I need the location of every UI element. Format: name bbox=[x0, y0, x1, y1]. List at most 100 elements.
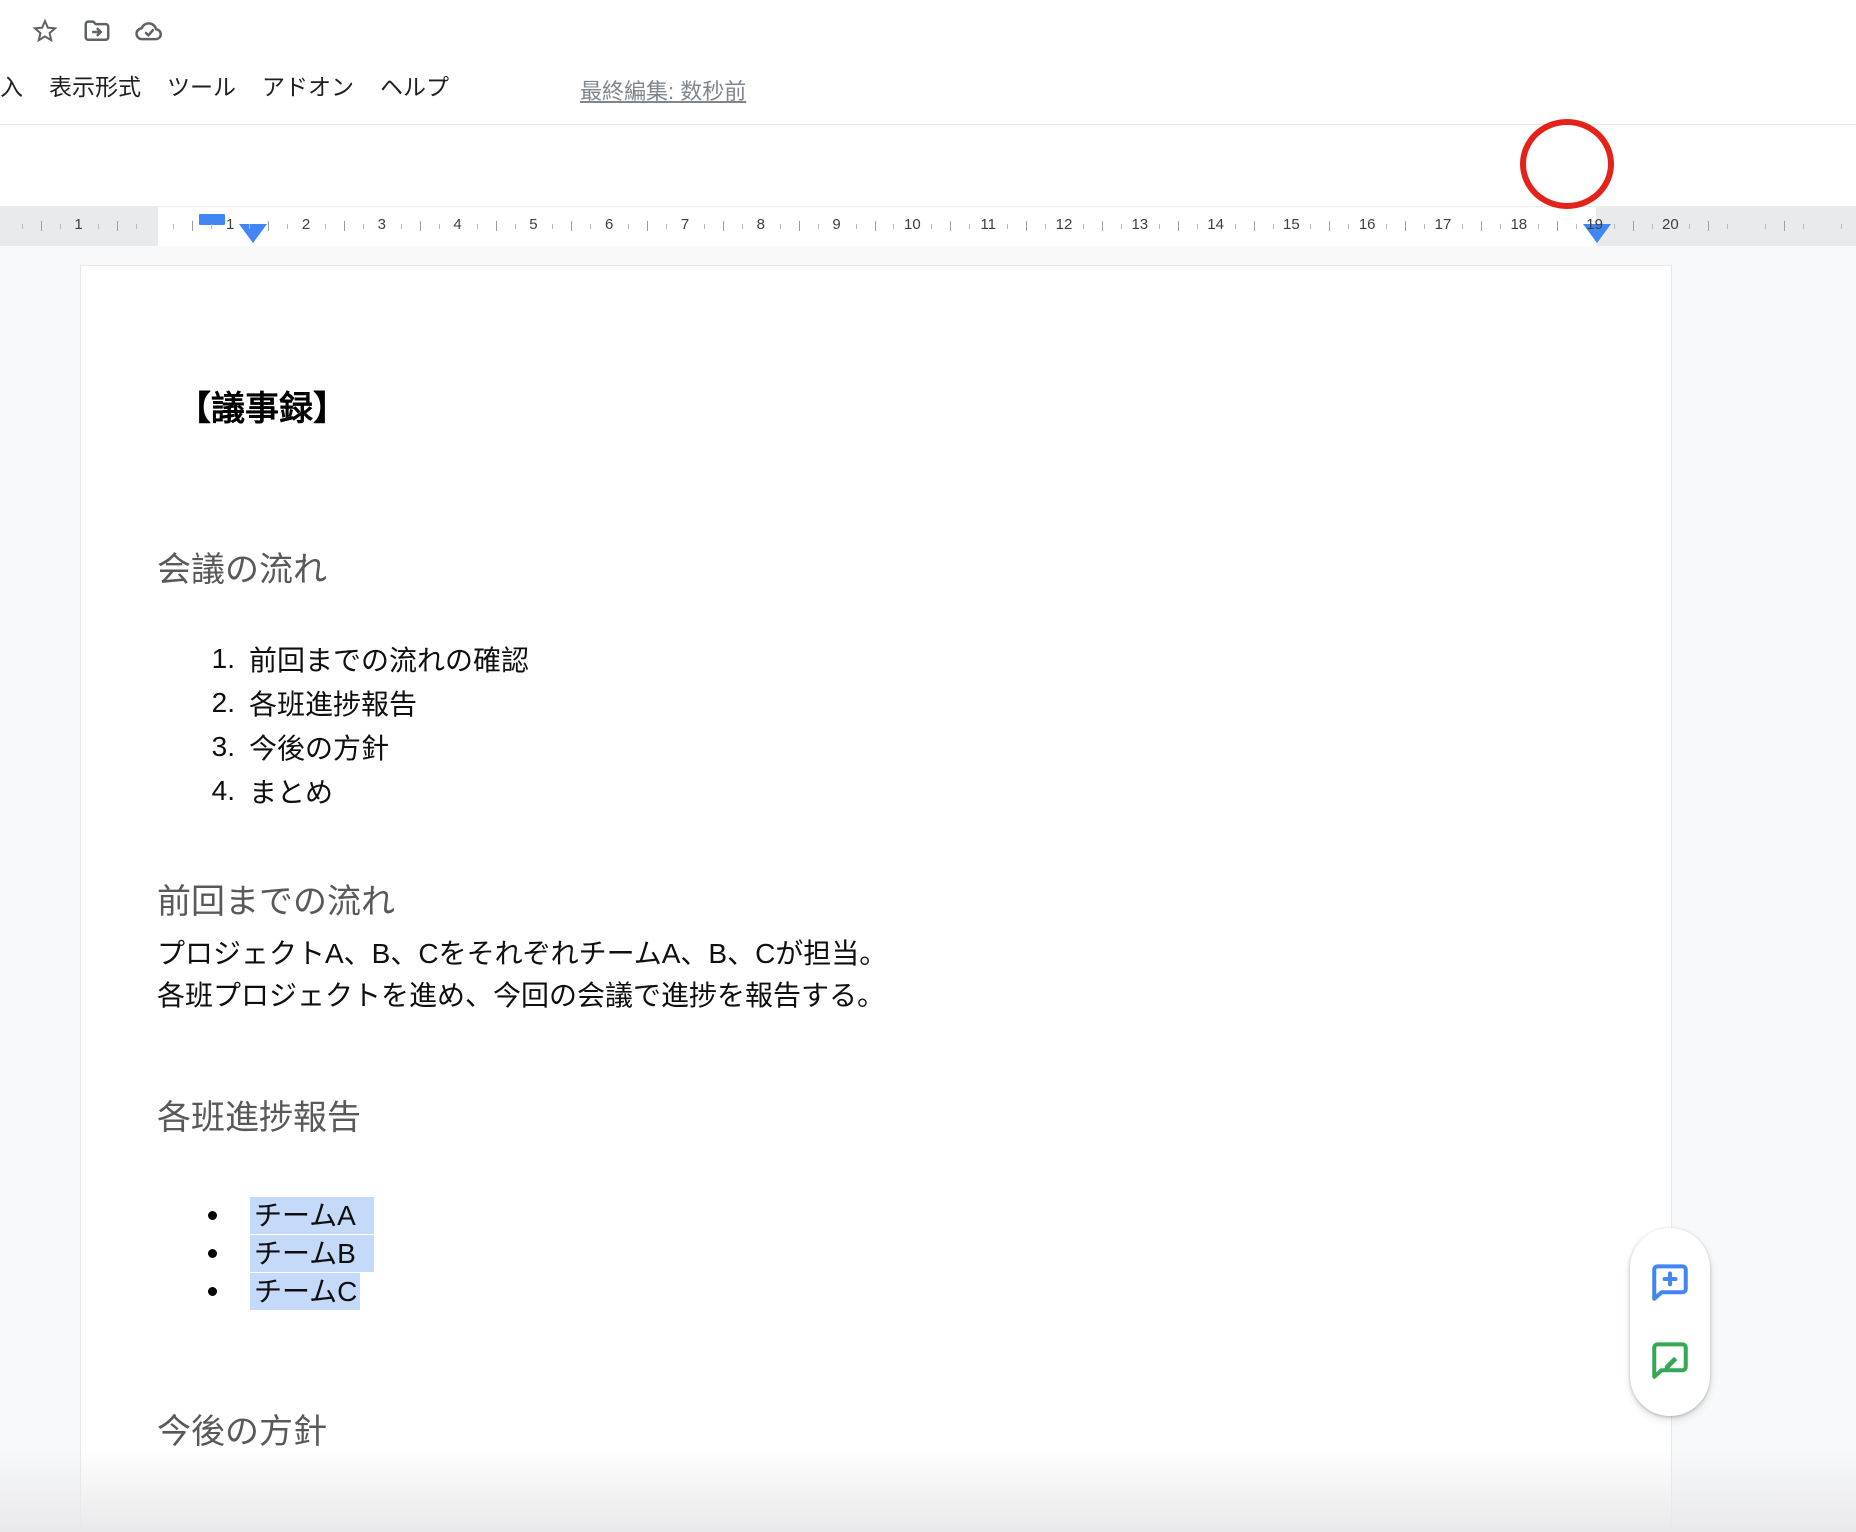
list-item: チームB bbox=[81, 1234, 1671, 1272]
ruler-tick bbox=[1424, 224, 1425, 229]
list-item-number: 4. bbox=[205, 775, 235, 807]
ruler-number: 18 bbox=[1510, 216, 1527, 233]
ruler-tick bbox=[249, 224, 250, 229]
ruler-tick bbox=[1765, 224, 1766, 229]
ruler-tick bbox=[344, 221, 345, 231]
ruler-tick bbox=[1557, 221, 1558, 231]
ruler-tick bbox=[893, 224, 894, 229]
ruler-tick bbox=[173, 224, 174, 229]
ruler-tick bbox=[931, 224, 932, 229]
ruler-tick bbox=[1784, 221, 1785, 231]
ruler-tick bbox=[1083, 224, 1084, 229]
ruler-tick bbox=[1652, 224, 1653, 229]
ruler-tick bbox=[1462, 224, 1463, 229]
ruler-tick bbox=[117, 221, 118, 231]
ruler-tick bbox=[1329, 221, 1330, 231]
list-item-text: 前回までの流れの確認 bbox=[249, 639, 529, 679]
ruler-tick bbox=[1576, 224, 1577, 229]
ruler-number: 4 bbox=[453, 216, 461, 233]
previous-paragraph: プロジェクトA、B、CをそれぞれチームA、B、Cが担当。各班プロジェクトを進め、… bbox=[157, 933, 887, 1017]
menu-item[interactable]: 入 bbox=[0, 72, 23, 102]
ruler-tick bbox=[1708, 221, 1709, 231]
ruler-number: 1 bbox=[226, 216, 234, 233]
ruler-tick bbox=[1254, 221, 1255, 231]
ruler-number: 8 bbox=[757, 216, 765, 233]
ruler-tick bbox=[98, 224, 99, 229]
menu-item[interactable]: 表示形式 bbox=[49, 72, 141, 102]
ruler-tick bbox=[1007, 224, 1008, 229]
paragraph-line: 各班プロジェクトを進め、今回の会議で進捗を報告する。 bbox=[157, 975, 887, 1017]
ruler-number: 17 bbox=[1435, 216, 1452, 233]
team-bulleted-list: チームA チームB チームC bbox=[81, 1196, 1671, 1310]
ruler-tick bbox=[439, 224, 440, 229]
menu-item[interactable]: ヘルプ bbox=[380, 72, 449, 102]
ruler-tick bbox=[590, 224, 591, 229]
ruler-tick bbox=[742, 224, 743, 229]
last-edit-link[interactable]: 最終編集: 数秒前 bbox=[580, 74, 746, 106]
list-item-number: 1. bbox=[205, 643, 235, 675]
ruler-number: 9 bbox=[832, 216, 840, 233]
list-item: 1. 前回までの流れの確認 bbox=[81, 637, 1671, 681]
add-comment-icon bbox=[1649, 1262, 1691, 1304]
menu-item[interactable]: アドオン bbox=[262, 72, 354, 102]
list-item-text: まとめ bbox=[249, 771, 333, 811]
add-comment-button[interactable] bbox=[1648, 1261, 1692, 1305]
quick-actions bbox=[30, 16, 164, 46]
ruler-tick bbox=[1102, 221, 1103, 231]
ruler-number: 2 bbox=[302, 216, 310, 233]
ruler-number: 12 bbox=[1056, 216, 1073, 233]
ruler-tick bbox=[1614, 224, 1615, 229]
ruler-tick bbox=[420, 221, 421, 231]
ruler-number: 14 bbox=[1207, 216, 1224, 233]
suggest-edits-button[interactable] bbox=[1648, 1339, 1692, 1383]
ruler[interactable]: 11234567891011121314151617181920 bbox=[0, 206, 1856, 246]
star-icon[interactable] bbox=[30, 16, 60, 46]
ruler-tick bbox=[1178, 221, 1179, 231]
ruler-tick bbox=[1727, 224, 1728, 229]
ruler-tick bbox=[136, 224, 137, 229]
ruler-tick bbox=[22, 224, 23, 229]
ruler-tick bbox=[571, 221, 572, 231]
ruler-tick bbox=[1481, 221, 1482, 231]
list-item-text: 各班進捗報告 bbox=[249, 683, 417, 723]
ruler-tick bbox=[1500, 224, 1501, 229]
ruler-tick bbox=[1273, 224, 1274, 229]
ruler-tick bbox=[515, 224, 516, 229]
ruler-tick bbox=[60, 224, 61, 229]
ruler-tick bbox=[1803, 224, 1804, 229]
ruler-tick bbox=[287, 224, 288, 229]
heading-agenda: 会議の流れ bbox=[157, 550, 327, 590]
ruler-tick bbox=[666, 224, 667, 229]
ruler-tick bbox=[628, 224, 629, 229]
ruler-number: 13 bbox=[1131, 216, 1148, 233]
ruler-tick bbox=[1348, 224, 1349, 229]
heading-policy: 今後の方針 bbox=[157, 1412, 327, 1452]
ruler-number: 6 bbox=[605, 216, 613, 233]
bullet-dot bbox=[208, 1249, 217, 1258]
cloud-check-icon[interactable] bbox=[134, 16, 164, 46]
ruler-tick bbox=[647, 221, 648, 231]
ruler-tick bbox=[1159, 224, 1160, 229]
ruler-tick bbox=[856, 224, 857, 229]
ruler-number: 15 bbox=[1283, 216, 1300, 233]
bullet-dot bbox=[208, 1287, 217, 1296]
ruler-tick bbox=[875, 221, 876, 231]
ruler-tick bbox=[1633, 221, 1634, 231]
ruler-tick bbox=[723, 221, 724, 231]
ruler-tick bbox=[818, 224, 819, 229]
paragraph-line: プロジェクトA、B、CをそれぞれチームA、B、Cが担当。 bbox=[157, 933, 887, 975]
ruler-tick bbox=[1538, 224, 1539, 229]
document-page[interactable]: 【議事録】 会議の流れ 1. 前回までの流れの確認 2. 各班進捗報告 3 bbox=[80, 265, 1672, 1532]
agenda-numbered-list: 1. 前回までの流れの確認 2. 各班進捗報告 3. 今後の方針 4. bbox=[81, 637, 1671, 813]
ruler-number: 7 bbox=[681, 216, 689, 233]
ruler-tick bbox=[325, 224, 326, 229]
move-folder-icon[interactable] bbox=[82, 16, 112, 46]
ruler-number: 5 bbox=[529, 216, 537, 233]
ruler-tick bbox=[704, 224, 705, 229]
menu-item[interactable]: ツール bbox=[167, 72, 236, 102]
left-indent-marker[interactable] bbox=[239, 224, 267, 243]
ruler-number: 20 bbox=[1662, 216, 1679, 233]
selected-list-item-text: チームB bbox=[250, 1235, 374, 1272]
ruler-number: 3 bbox=[378, 216, 386, 233]
google-docs-window: 入表示形式ツールアドオンヘルプ 最終編集: 数秒前 標準テキス... Arial… bbox=[0, 0, 1856, 1532]
